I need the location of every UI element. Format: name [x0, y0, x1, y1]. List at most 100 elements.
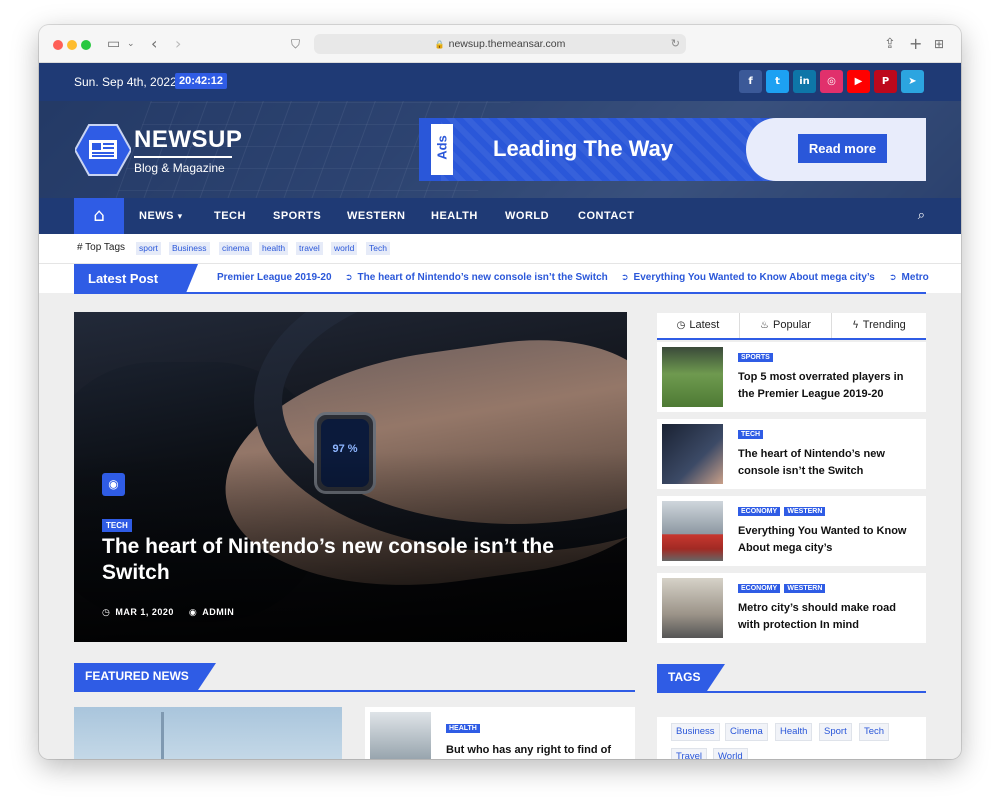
nav-item-health[interactable]: HEALTH [431, 198, 478, 234]
tab-popular[interactable]: ♨ Popular [739, 313, 831, 338]
featured-thumbnail[interactable] [370, 712, 431, 759]
tag-pill[interactable]: Health [775, 723, 813, 741]
category-badge[interactable]: SPORTS [738, 353, 773, 362]
nav-item-contact[interactable]: CONTACT [578, 198, 634, 234]
back-icon[interactable]: ‹ [151, 35, 157, 53]
latest-underline [74, 292, 926, 294]
post-thumbnail[interactable] [662, 578, 723, 638]
tag-pill[interactable]: Cinema [725, 723, 768, 741]
close-window-button[interactable] [53, 40, 63, 50]
home-icon[interactable]: ⌂ [74, 198, 124, 234]
pinterest-icon[interactable]: P [874, 70, 897, 93]
hero-post[interactable]: 97 % ◉ TECH The heart of Nintendo’s new … [74, 312, 627, 642]
top-tag[interactable]: world [331, 242, 358, 255]
category-badge[interactable]: TECH [738, 430, 764, 439]
ticker-text: The heart of Nintendo’s new console isn’… [357, 272, 608, 283]
ad-banner[interactable]: Ads Leading The Way Read more [419, 118, 926, 181]
url-text: newsup.themeansar.com [448, 38, 566, 50]
sidebar-post-title[interactable]: The heart of Nintendo’s new console isn’… [738, 446, 918, 480]
nav-item-sports[interactable]: SPORTS [273, 198, 321, 234]
nav-item-world[interactable]: WORLD [505, 198, 549, 234]
top-tag[interactable]: cinema [219, 242, 253, 255]
featured-card-title[interactable]: But who has any right to find of [446, 744, 626, 756]
share-icon[interactable]: ⇪ [884, 35, 896, 53]
section-tab-notch [198, 663, 216, 690]
nav-item-tech[interactable]: TECH [214, 198, 246, 234]
search-icon[interactable]: ⌕ [918, 198, 925, 234]
ticker-item[interactable]: Premier League 2019-20 [217, 272, 332, 283]
tab-overview-icon[interactable]: ⊞ [934, 35, 944, 53]
tag-pill[interactable]: World [713, 748, 748, 759]
tag-pill[interactable]: Business [671, 723, 720, 741]
top-tag[interactable]: Tech [366, 242, 390, 255]
facebook-icon[interactable]: f [739, 70, 762, 93]
sidebar-post[interactable]: SPORTS Top 5 most overrated players in th… [657, 342, 926, 412]
ticker-item[interactable]: ➲ The heart of Nintendo’s new console isn… [345, 272, 608, 283]
category-badge[interactable]: WESTERN [784, 584, 826, 593]
featured-card[interactable]: HEALTH But who has any right to find of [365, 707, 635, 759]
site-title[interactable]: NEWSUP [134, 126, 242, 154]
top-tag[interactable]: travel [296, 242, 323, 255]
tab-trending[interactable]: ϟ Trending [831, 313, 926, 338]
sidebar-post[interactable]: ECONOMY WESTERN Metro city’s should make r… [657, 573, 926, 643]
twitter-icon[interactable]: t [766, 70, 789, 93]
nav-item-news[interactable]: NEWS ▾ [139, 198, 183, 234]
sidebar-post-title[interactable]: Everything You Wanted to Know About mega… [738, 523, 918, 557]
category-badge[interactable]: WESTERN [784, 507, 826, 516]
arrow-circle-icon: ➲ [345, 273, 353, 283]
category-badge[interactable]: ECONOMY [738, 507, 781, 516]
sidebar-toggle-icon[interactable]: ▭ [107, 35, 120, 53]
chevron-down-icon[interactable]: ⌄ [127, 35, 135, 53]
ad-headline: Leading The Way [493, 136, 674, 161]
sidebar-post[interactable]: TECH The heart of Nintendo’s new console … [657, 419, 926, 489]
clock-icon: ◷ [676, 320, 686, 331]
sidebar-post[interactable]: ECONOMY WESTERN Everything You Wanted to K… [657, 496, 926, 566]
zoom-window-button[interactable] [81, 40, 91, 50]
top-tags-label: # Top Tags [77, 242, 126, 253]
new-tab-icon[interactable]: + [909, 35, 922, 53]
ticker-text: Metro [901, 272, 929, 283]
reload-icon[interactable]: ↻ [671, 34, 680, 54]
logo-divider [134, 156, 232, 158]
top-tag[interactable]: Business [169, 242, 210, 255]
category-badge[interactable]: HEALTH [446, 724, 480, 733]
instagram-icon[interactable]: ◎ [820, 70, 843, 93]
latest-post-bar: Latest Post Premier League 2019-20 ➲ The … [39, 263, 961, 294]
site-header: NEWSUP Blog & Magazine Ads Leading The W… [39, 101, 961, 198]
tag-pill[interactable]: Travel [671, 748, 708, 759]
clock-icon: ◷ [102, 608, 111, 618]
linkedin-icon[interactable]: in [793, 70, 816, 93]
hero-date[interactable]: MAR 1, 2020 [115, 607, 174, 617]
minimize-window-button[interactable] [67, 40, 77, 50]
shield-icon[interactable]: ⛉ [291, 35, 300, 53]
ad-tag-label: Ads [434, 135, 450, 160]
tag-pill[interactable]: Sport [819, 723, 852, 741]
ticker-item[interactable]: ➲ Metro [889, 272, 929, 283]
top-tag[interactable]: health [259, 242, 289, 255]
forward-icon[interactable]: › [175, 35, 181, 53]
telegram-icon[interactable]: ➤ [901, 70, 924, 93]
arrow-circle-icon: ➲ [889, 273, 897, 283]
address-bar[interactable]: 🔒 newsup.themeansar.com ↻ [314, 34, 686, 54]
tab-latest[interactable]: ◷ Latest [657, 313, 739, 338]
category-badge[interactable]: ECONOMY [738, 584, 781, 593]
ad-read-more-button[interactable]: Read more [798, 134, 887, 163]
tag-pill[interactable]: Tech [859, 723, 890, 741]
post-thumbnail[interactable] [662, 424, 723, 484]
sidebar-tabs: ◷ Latest ♨ Popular ϟ Trending [657, 313, 926, 340]
featured-news-header: FEATURED NEWS [74, 663, 635, 692]
camera-icon[interactable]: ◉ [102, 473, 125, 496]
post-thumbnail[interactable] [662, 501, 723, 561]
post-thumbnail[interactable] [662, 347, 723, 407]
sidebar-post-title[interactable]: Top 5 most overrated players in the Prem… [738, 369, 918, 403]
nav-item-western[interactable]: WESTERN [347, 198, 406, 234]
hero-category-badge[interactable]: TECH [102, 519, 132, 532]
newspaper-logo-icon[interactable] [75, 123, 131, 177]
ticker-item[interactable]: ➲ Everything You Wanted to Know About meg… [621, 272, 875, 283]
hero-author[interactable]: ADMIN [202, 607, 234, 617]
hero-title[interactable]: The heart of Nintendo’s new console isn’… [102, 534, 602, 586]
youtube-icon[interactable]: ▶ [847, 70, 870, 93]
featured-image[interactable] [74, 707, 342, 759]
top-tag[interactable]: sport [136, 242, 161, 255]
sidebar-post-title[interactable]: Metro city’s should make road with prote… [738, 600, 918, 634]
